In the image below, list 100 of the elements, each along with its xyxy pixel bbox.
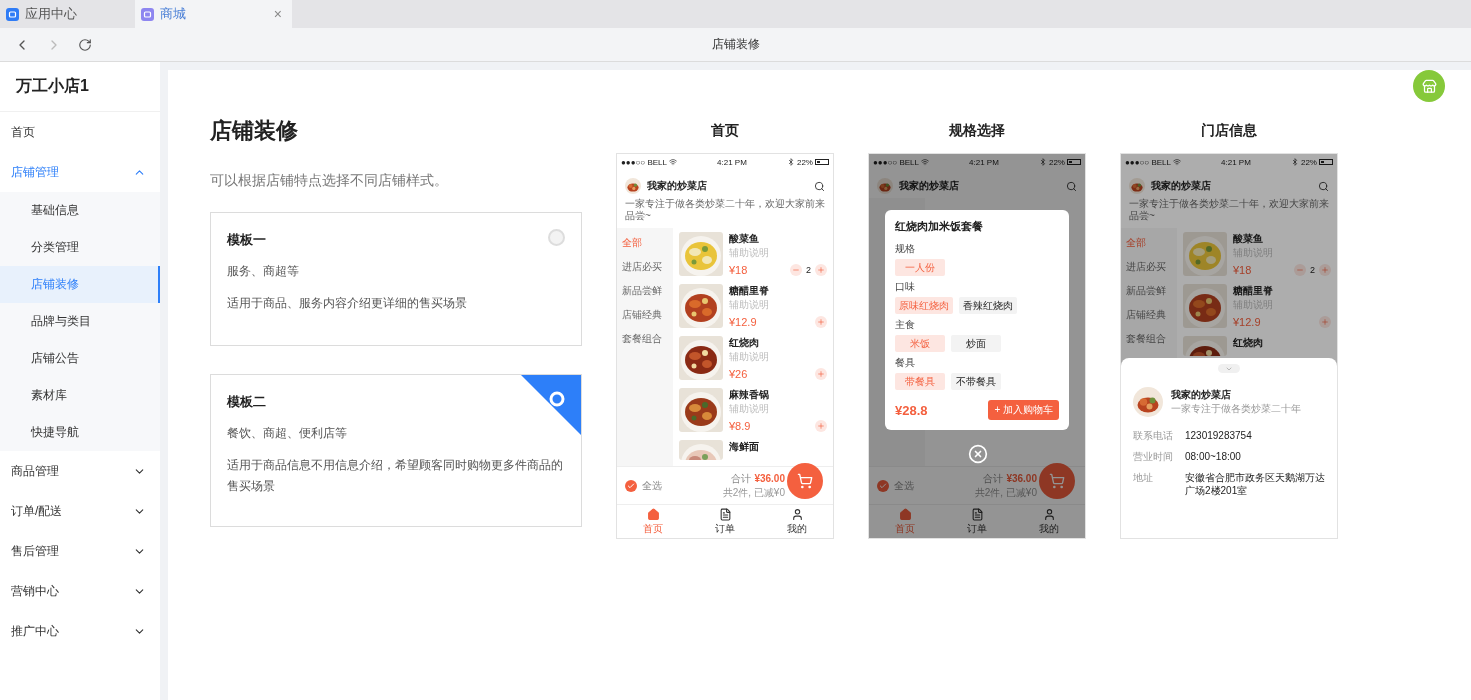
info-label: 营业时间: [1133, 450, 1174, 464]
dish-price: ¥18: [1233, 264, 1253, 276]
check-icon: [879, 481, 887, 490]
submenu-item[interactable]: 店铺装修: [0, 266, 160, 303]
add-to-cart-button[interactable]: + 加入购物车: [988, 400, 1059, 420]
plus-button[interactable]: [815, 420, 827, 432]
cart-icon: [1049, 473, 1065, 489]
dish-name: 糖醋里脊: [1233, 284, 1274, 298]
plus-button[interactable]: [815, 264, 827, 276]
submenu-item[interactable]: 分类管理: [0, 229, 160, 266]
submenu-item[interactable]: 店铺公告: [0, 340, 160, 377]
tab-bar-item[interactable]: 我的: [761, 505, 833, 538]
document-icon: [718, 507, 732, 521]
template-title: 模板一: [227, 231, 266, 249]
submenu-item[interactable]: 快捷导航: [0, 414, 160, 451]
category-item[interactable]: 进店必买: [617, 260, 673, 284]
option-chip[interactable]: 炒面: [951, 335, 1001, 352]
info-label: 联系电话: [1133, 429, 1174, 443]
dish-name: 红烧肉: [729, 336, 760, 350]
carrier-text: ●●●○○ BELL: [873, 157, 919, 167]
store-name: 我家的炒菜店: [1171, 388, 1232, 402]
submenu-item[interactable]: 基础信息: [0, 192, 160, 229]
cart-button[interactable]: [787, 463, 823, 499]
category-item[interactable]: 套餐组合: [617, 332, 673, 356]
preview-title: 规格选择: [949, 122, 1005, 140]
clock-text: 4:21 PM: [717, 157, 747, 167]
category-item[interactable]: 进店必买: [1121, 260, 1177, 284]
minus-icon: [792, 266, 800, 274]
cart-button[interactable]: [1039, 463, 1075, 499]
bluetooth-icon: [1038, 158, 1047, 166]
dish-note: 辅助说明: [729, 246, 770, 260]
bluetooth-icon: [1290, 158, 1299, 166]
category-item[interactable]: 全部: [617, 236, 673, 260]
battery-icon: [1067, 159, 1081, 165]
category-item[interactable]: 新品尝鲜: [617, 284, 673, 308]
dish-price: ¥12.9: [1233, 316, 1262, 328]
battery-icon: [815, 159, 829, 165]
category-item[interactable]: 套餐组合: [1121, 332, 1177, 356]
store-button[interactable]: [1413, 70, 1445, 102]
option-label: 规格: [895, 242, 916, 256]
option-label: 餐具: [895, 356, 916, 370]
info-value: 安徽省合肥市政务区天鹅湖万达广场2楼201室: [1185, 471, 1325, 497]
document-icon: [970, 507, 984, 521]
home-icon: [646, 507, 660, 521]
search-icon[interactable]: [1066, 180, 1077, 192]
browser-tab[interactable]: 应用中心: [0, 0, 135, 28]
tab-bar-item[interactable]: 订单: [941, 505, 1013, 538]
user-icon: [790, 507, 804, 521]
category-item[interactable]: 新品尝鲜: [1121, 284, 1177, 308]
close-icon[interactable]: ×: [273, 6, 286, 22]
store-name: 我家的炒菜店: [647, 179, 708, 193]
wifi-icon: [668, 158, 677, 166]
close-icon: [968, 444, 988, 464]
close-button[interactable]: [968, 444, 988, 464]
tab-bar-item[interactable]: 订单: [689, 505, 761, 538]
dish-name: 海鲜面: [729, 440, 760, 454]
plus-icon: [817, 266, 825, 274]
dish-name: 红烧肉: [1233, 336, 1264, 350]
total-amount: ¥36.00: [754, 472, 785, 484]
tab-bar-item[interactable]: 我的: [1013, 505, 1085, 538]
store-slogan: 一家专注于做各类炒菜二十年，欢迎大家前来品尝~: [624, 198, 826, 223]
description: 可以根据店铺特点选择不同店铺样式。: [210, 172, 449, 190]
select-all-label: 全选: [642, 478, 662, 493]
tab-bar-item[interactable]: 首页: [617, 505, 689, 538]
category-item[interactable]: 店铺经典: [617, 308, 673, 332]
browser-tab[interactable]: 商城 ×: [135, 0, 292, 28]
plus-button[interactable]: [815, 316, 827, 328]
template-card[interactable]: 模板一 服务、商超等 适用于商品、服务内容介绍更详细的售买场景: [210, 212, 582, 346]
store-name: 我家的炒菜店: [1151, 179, 1212, 193]
dish-price: ¥26: [729, 368, 749, 380]
check-button[interactable]: [625, 479, 637, 492]
option-chip[interactable]: 香辣红烧肉: [959, 297, 1017, 314]
option-label: 主食: [895, 318, 916, 332]
total-label: 合计: [731, 471, 752, 486]
plus-button[interactable]: [815, 368, 827, 380]
home-icon: [898, 507, 912, 521]
plus-button[interactable]: [1319, 316, 1331, 328]
cart-icon: [797, 473, 813, 489]
template-card[interactable]: 模板二 餐饮、商超、便利店等 适用于商品信息不用信息介绍，希望顾客同时购物更多件商品的售买场景: [210, 374, 582, 527]
category-item[interactable]: 店铺经典: [1121, 308, 1177, 332]
radio-button[interactable]: [548, 229, 565, 246]
submenu-item[interactable]: 素材库: [0, 377, 160, 414]
store-icon: [1421, 78, 1437, 94]
minus-button[interactable]: [790, 264, 802, 276]
search-icon[interactable]: [814, 180, 825, 192]
refresh-icon[interactable]: [78, 37, 92, 52]
plus-button[interactable]: [1319, 264, 1331, 276]
check-button[interactable]: [877, 479, 889, 492]
page-title: 店铺装修: [711, 36, 760, 53]
store-name: 我家的炒菜店: [899, 179, 960, 193]
option-chip[interactable]: 不带餐具: [951, 373, 1001, 390]
minus-button[interactable]: [1294, 264, 1306, 276]
collapse-button[interactable]: [1218, 364, 1240, 373]
search-icon[interactable]: [1318, 180, 1329, 192]
submenu-item[interactable]: 品牌与类目: [0, 303, 160, 340]
select-all-label: 全选: [894, 478, 914, 493]
info-value: 08:00~18:00: [1185, 450, 1241, 464]
carrier-text: ●●●○○ BELL: [621, 157, 667, 167]
template-tags: 餐饮、商超、便利店等: [227, 423, 565, 444]
bluetooth-icon: [786, 158, 795, 166]
